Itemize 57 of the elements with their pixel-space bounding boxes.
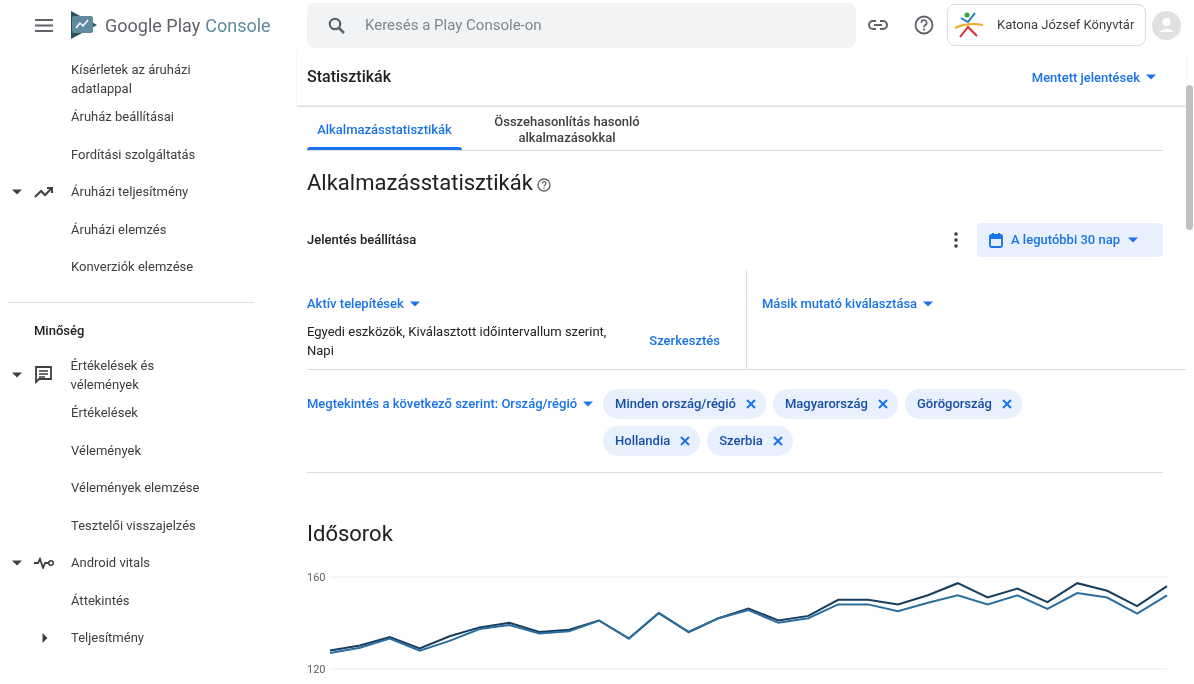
- sidebar-item[interactable]: Áruházi elemzés: [71, 219, 167, 239]
- caret-icon: [583, 399, 594, 409]
- sidebar-item[interactable]: Konverziók elemzése: [71, 257, 194, 277]
- sidebar-heading: Minőség: [33, 321, 86, 340]
- sidebar-item[interactable]: Áruház beállításai: [71, 107, 175, 127]
- brand-product: Console: [205, 13, 271, 38]
- search-icon: [328, 16, 345, 34]
- sidebar-item[interactable]: Értékelések és vélemények: [70, 356, 222, 394]
- account-switcher[interactable]: Katona József Könyvtár: [947, 4, 1146, 46]
- sidebar-item[interactable]: Fordítási szolgáltatás: [71, 144, 196, 164]
- close-icon[interactable]: [1002, 399, 1012, 409]
- close-icon[interactable]: [745, 399, 756, 409]
- sidebar-item[interactable]: Kísérletek az áruházi adatlappal: [71, 60, 242, 98]
- filter-chip[interactable]: Görögország: [905, 389, 1022, 419]
- sidebar-item[interactable]: Vélemények elemzése: [71, 478, 200, 498]
- filter-chip[interactable]: Szerbia: [707, 426, 793, 456]
- comment-icon: [34, 366, 54, 384]
- axis-tick-label: 160: [307, 571, 326, 584]
- tab[interactable]: Alkalmazásstatisztikák: [307, 110, 462, 151]
- search-field[interactable]: Keresés a Play Console-on: [307, 2, 856, 48]
- link-icon[interactable]: [868, 19, 888, 31]
- close-icon[interactable]: [680, 436, 691, 446]
- calendar-icon: [989, 232, 1003, 248]
- report-settings-label: Jelentés beállítása: [307, 231, 417, 250]
- help-icon[interactable]: [914, 15, 934, 35]
- sidebar-item[interactable]: Áruházi teljesítmény: [71, 182, 189, 202]
- account-name: Katona József Könyvtár: [997, 16, 1135, 35]
- metric-description: Egyedi eszközök, Kiválasztott időintervallum szerint, Napi: [307, 322, 608, 360]
- close-icon[interactable]: [878, 399, 888, 409]
- sidebar-item[interactable]: Tesztelői visszajelzés: [71, 515, 196, 535]
- more-icon[interactable]: [954, 232, 958, 249]
- breakdown-dropdown[interactable]: Megtekintés a következő szerint: Ország/régió: [307, 389, 594, 419]
- metric-dropdown[interactable]: Aktív telepítések: [307, 294, 420, 314]
- help-icon[interactable]: [536, 177, 551, 192]
- close-icon[interactable]: [772, 436, 783, 446]
- second-metric-dropdown[interactable]: Másik mutató kiválasztása: [762, 294, 934, 314]
- page-title: Statisztikák: [307, 66, 392, 89]
- logo-icon: [71, 11, 97, 39]
- filter-chip[interactable]: Minden ország/régió: [603, 389, 766, 419]
- sidebar-item[interactable]: Android vitals: [71, 553, 151, 573]
- section-heading: Alkalmazásstatisztikák: [307, 169, 533, 198]
- trend-icon: [34, 185, 54, 198]
- saved-reports-button[interactable]: Mentett jelentések: [1031, 67, 1156, 88]
- date-range-button[interactable]: A legutóbbi 30 nap: [977, 223, 1163, 258]
- pulse-icon: [34, 556, 54, 569]
- sidebar-item[interactable]: Áttekintés: [71, 590, 130, 610]
- section-heading: Idősorok: [307, 520, 394, 548]
- sidebar-item[interactable]: Teljesítmény: [71, 628, 144, 648]
- menu-icon[interactable]: [35, 18, 53, 32]
- sidebar-item[interactable]: Értékelések: [71, 403, 138, 423]
- brand-name: Google Play: [105, 13, 201, 38]
- axis-tick-label: 120: [307, 663, 326, 676]
- edit-link[interactable]: Szerkesztés: [649, 330, 720, 351]
- sidebar-item[interactable]: Vélemények: [71, 440, 141, 460]
- filter-chip[interactable]: Hollandia: [603, 426, 701, 456]
- tab[interactable]: Összehasonlítás hasonló alkalmazásokkal: [462, 110, 672, 151]
- filter-chip[interactable]: Magyarország: [772, 389, 898, 419]
